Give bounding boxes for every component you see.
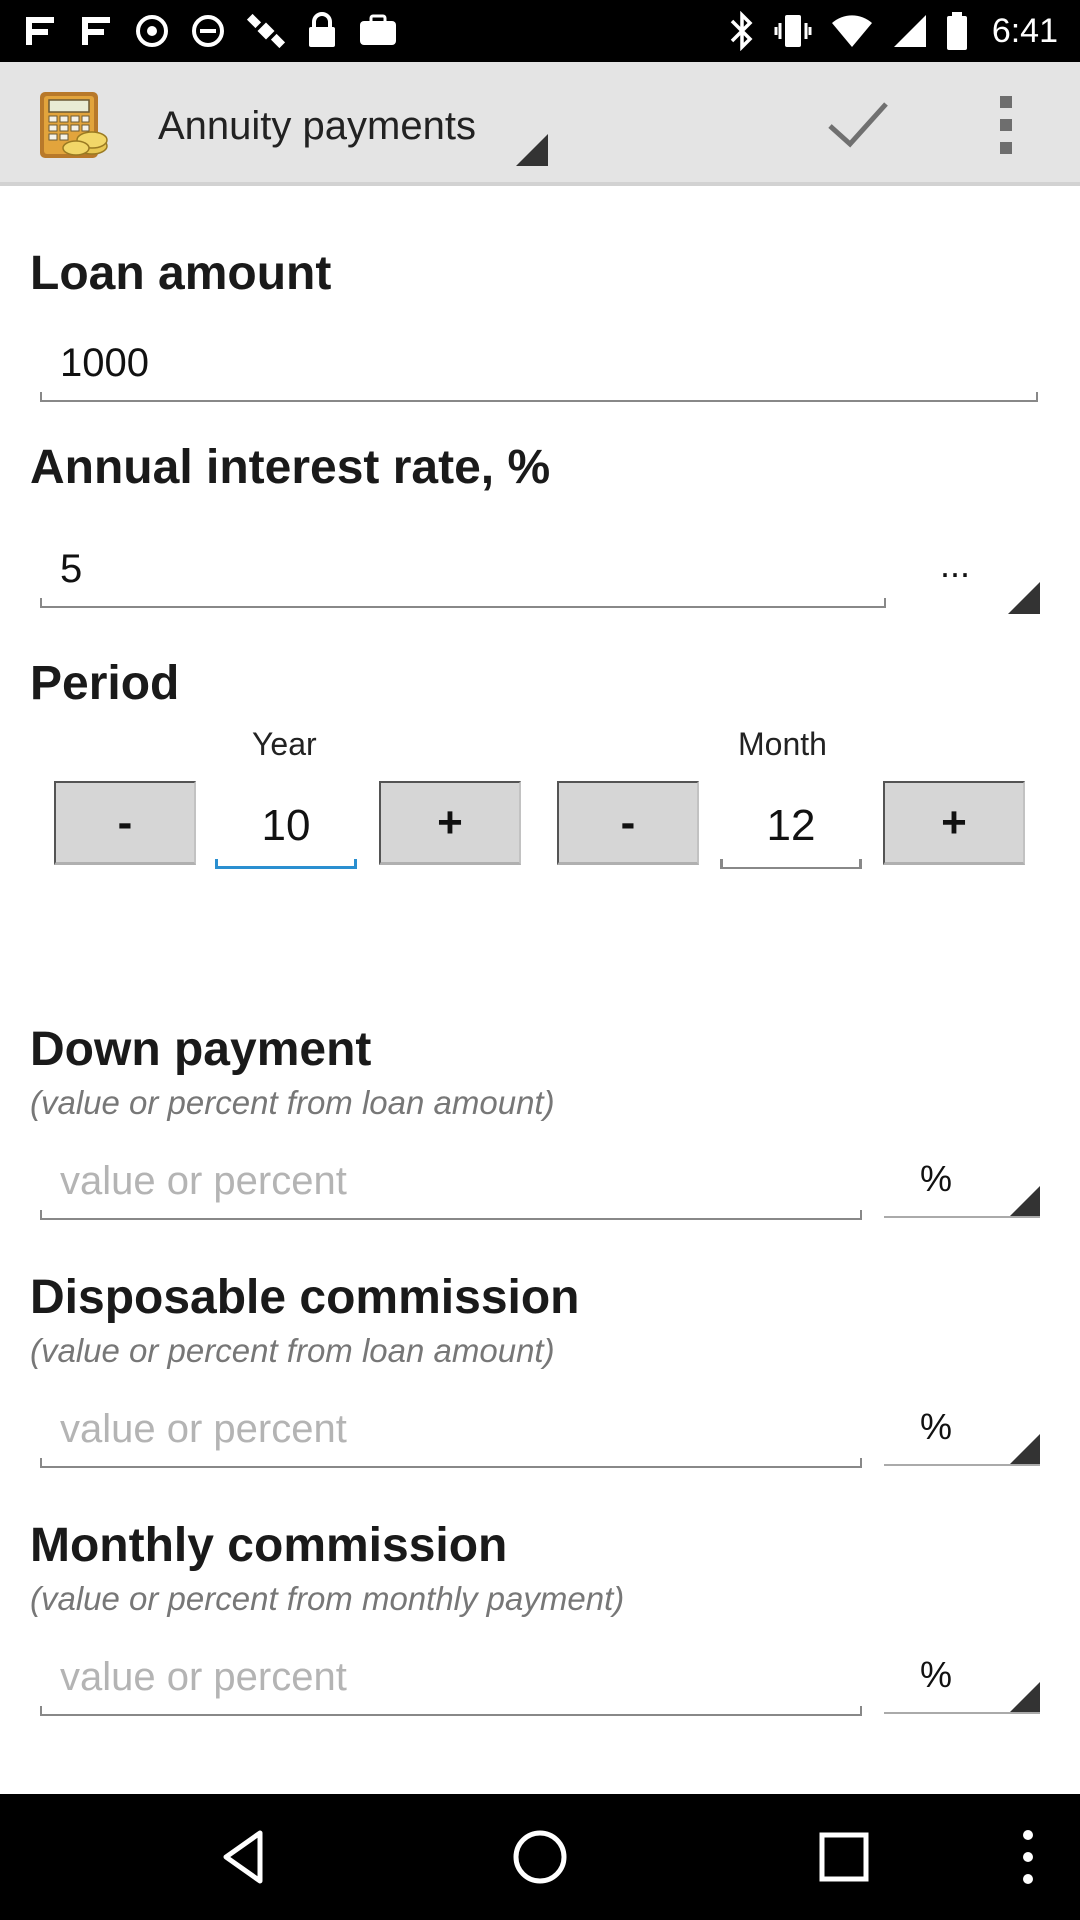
notification-icon (26, 17, 54, 45)
monthly-commission-field[interactable] (40, 1650, 862, 1716)
vibrate-icon (774, 15, 812, 47)
disposable-commission-unit-spinner[interactable]: % (884, 1396, 1040, 1466)
page-title: Annuity payments (158, 104, 476, 148)
year-label: Year (252, 726, 317, 762)
spinner-underline (884, 1216, 1040, 1218)
monthly-commission-hint: (value or percent from monthly payment) (30, 1580, 625, 1617)
more-icon[interactable] (1000, 1827, 1060, 1887)
month-decrement-button[interactable]: - (557, 781, 699, 865)
notification-icon (82, 17, 110, 45)
status-time: 6:41 (991, 11, 1058, 50)
action-bar: Annuity payments (0, 62, 1080, 186)
month-label: Month (738, 726, 827, 762)
down-payment-field[interactable] (40, 1154, 862, 1220)
wifi-icon (831, 15, 872, 47)
overflow-menu-icon[interactable] (980, 90, 1032, 160)
year-increment-button[interactable]: + (379, 781, 521, 865)
monthly-commission-unit-spinner[interactable]: % (884, 1644, 1040, 1714)
monthly-commission-unit: % (920, 1654, 953, 1695)
down-payment-unit-spinner[interactable]: % (884, 1148, 1040, 1218)
back-icon[interactable] (216, 1827, 276, 1887)
battery-icon (946, 12, 967, 50)
down-payment-hint: (value or percent from loan amount) (30, 1084, 555, 1121)
interest-rate-label: Annual interest rate, % (30, 441, 551, 494)
month-value[interactable]: 12 (767, 801, 816, 850)
month-stepper[interactable]: 12 (720, 781, 862, 869)
lock-icon (309, 12, 335, 47)
year-underline (215, 859, 357, 869)
signal-icon (893, 15, 926, 47)
down-payment-input[interactable] (60, 1159, 842, 1204)
notification-icon (192, 15, 224, 47)
briefcase-icon (360, 14, 396, 45)
spinner-underline (884, 1464, 1040, 1466)
disposable-commission-field[interactable] (40, 1402, 862, 1468)
last-payment-label: Last payment (residual payment) (30, 1760, 780, 1794)
satellite-icon (246, 13, 286, 49)
navigation-bar (0, 1794, 1080, 1920)
period-label: Period (30, 657, 180, 710)
month-underline (720, 859, 862, 869)
disposable-commission-label: Disposable commission (30, 1271, 580, 1324)
check-icon[interactable] (822, 92, 894, 156)
notification-icon (136, 15, 168, 47)
dropdown-triangle-icon (1008, 1434, 1040, 1466)
monthly-commission-input[interactable] (60, 1655, 842, 1700)
dropdown-triangle-icon (1008, 1682, 1040, 1714)
interest-rate-input[interactable] (60, 547, 866, 592)
down-payment-unit: % (920, 1158, 953, 1199)
recents-icon[interactable] (814, 1827, 874, 1887)
month-increment-button[interactable]: + (883, 781, 1025, 865)
status-bar: 6:41 (0, 0, 1080, 62)
spinner-underline (884, 1712, 1040, 1714)
loan-amount-field[interactable] (40, 336, 1038, 402)
dropdown-triangle-icon (1008, 1186, 1040, 1218)
disposable-commission-unit: % (920, 1406, 953, 1447)
monthly-commission-label: Monthly commission (30, 1519, 508, 1572)
disposable-commission-input[interactable] (60, 1407, 842, 1452)
dropdown-triangle-icon (1008, 582, 1040, 614)
mode-spinner[interactable]: Annuity payments (148, 80, 548, 166)
interest-options-label: ... (940, 544, 971, 585)
bluetooth-icon (730, 11, 753, 51)
down-payment-label: Down payment (30, 1023, 372, 1076)
year-stepper[interactable]: 10 (215, 781, 357, 869)
disposable-commission-hint: (value or percent from loan amount) (30, 1332, 555, 1369)
loan-amount-label: Loan amount (30, 247, 332, 300)
loan-amount-input[interactable] (60, 341, 1018, 386)
home-icon[interactable] (510, 1827, 570, 1887)
dropdown-triangle-icon (516, 134, 548, 166)
year-value[interactable]: 10 (262, 801, 311, 850)
interest-rate-field[interactable] (40, 542, 886, 608)
year-decrement-button[interactable]: - (54, 781, 196, 865)
interest-options-spinner[interactable]: ... (884, 544, 1040, 614)
calculator-coins-icon (36, 90, 110, 160)
